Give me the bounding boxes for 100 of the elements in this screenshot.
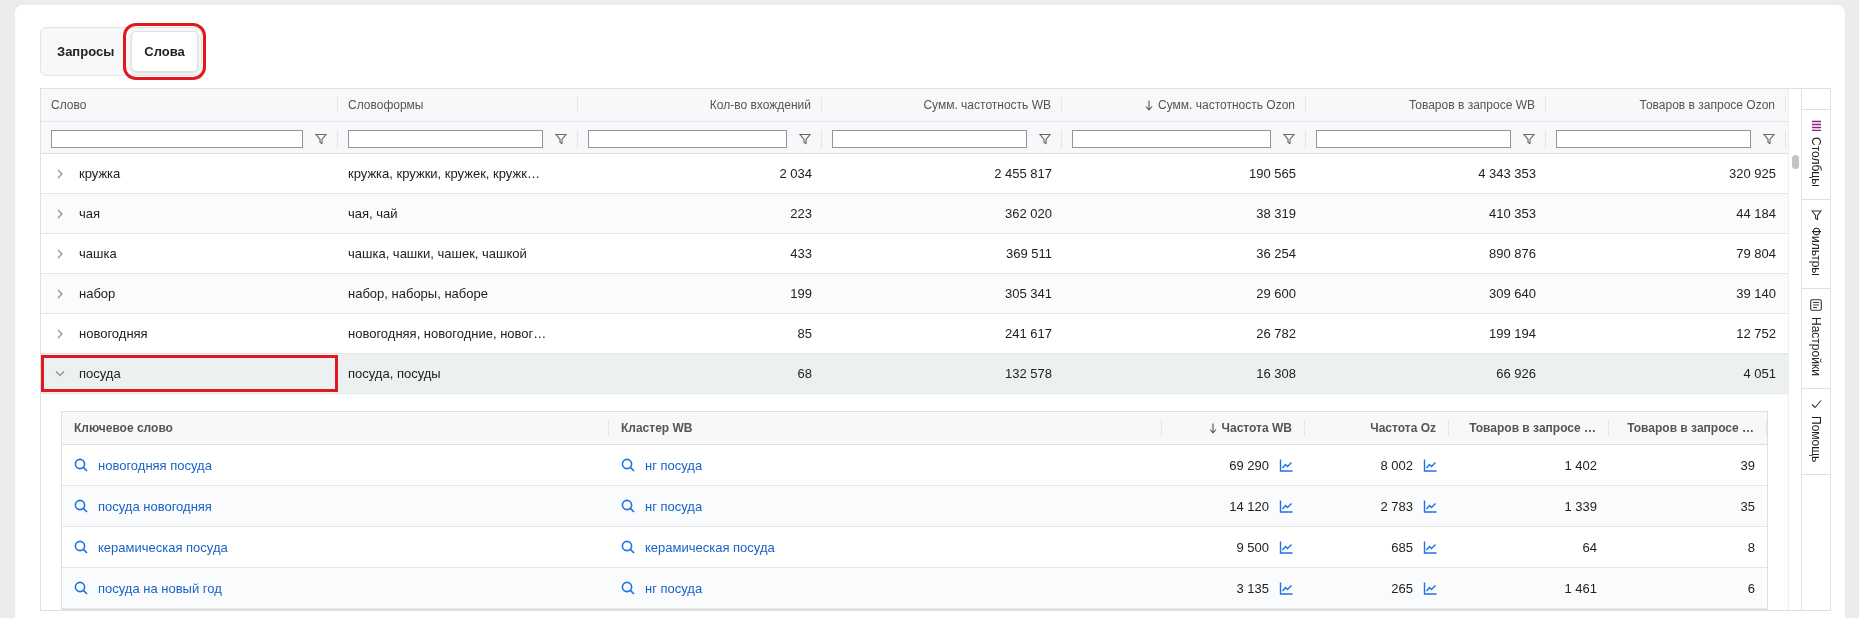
line-chart-icon[interactable]	[1279, 540, 1293, 554]
word-text: чашка	[79, 246, 117, 261]
search-icon[interactable]	[74, 540, 88, 554]
chevron-right-icon[interactable]	[55, 168, 65, 179]
filter-icon[interactable]	[1283, 133, 1295, 145]
table-cell: 8	[1747, 539, 1755, 555]
table-cell: 265	[1391, 580, 1413, 596]
table-cell: кружка, кружки, кружек, кружк…	[348, 166, 540, 181]
keyword-link[interactable]: посуда новогодняя	[98, 498, 212, 514]
column-header[interactable]: Частота WB	[1162, 420, 1305, 436]
table-cell: 410 353	[1489, 206, 1536, 221]
filter-field[interactable]	[1316, 130, 1511, 148]
search-icon[interactable]	[74, 458, 88, 472]
search-icon[interactable]	[74, 499, 88, 513]
chevron-right-icon[interactable]	[55, 328, 65, 339]
line-chart-icon[interactable]	[1423, 581, 1437, 595]
table-cell: 241 617	[1005, 326, 1052, 341]
column-header[interactable]: Товаров в запросе WB	[1306, 97, 1546, 113]
column-header[interactable]: Товаров в запросе …	[1609, 420, 1767, 436]
filter-field[interactable]	[588, 130, 787, 148]
chevron-right-icon[interactable]	[55, 208, 65, 219]
table-cell: 890 876	[1489, 246, 1536, 261]
table-cell: 79 804	[1736, 246, 1776, 261]
table-cell: чая, чай	[348, 206, 398, 221]
chevron-right-icon[interactable]	[55, 248, 65, 259]
filter-icon[interactable]	[1763, 133, 1775, 145]
table-cell: набор, наборы, наборе	[348, 286, 488, 301]
tab[interactable]: Запросы	[44, 31, 128, 72]
column-header[interactable]: Сумм. частотность WB	[822, 97, 1062, 113]
filter-field[interactable]	[348, 130, 543, 148]
column-header[interactable]: Товаров в запросе …	[1449, 420, 1609, 436]
keyword-link[interactable]: нг посуда	[645, 580, 703, 596]
table-cell: 369 511	[1005, 246, 1052, 261]
table-cell: 2 455 817	[994, 166, 1052, 181]
search-icon[interactable]	[621, 458, 635, 472]
word-text: набор	[79, 286, 116, 301]
column-header[interactable]: Кол-во вхождений	[578, 97, 822, 113]
filter-icon[interactable]	[799, 133, 811, 145]
settings-panel-icon	[1810, 298, 1822, 311]
filter-icon[interactable]	[1039, 133, 1051, 145]
filter-icon[interactable]	[1523, 133, 1535, 145]
keyword-link[interactable]: посуда на новый год	[98, 580, 222, 596]
column-header[interactable]: Кластер WB	[609, 420, 1162, 436]
line-chart-icon[interactable]	[1279, 458, 1293, 472]
filter-field[interactable]	[51, 130, 303, 148]
word-text: посуда	[79, 366, 121, 381]
table-cell: 362 020	[1005, 206, 1052, 221]
table-cell: 2 034	[779, 166, 812, 181]
table-cell: 44 184	[1736, 206, 1776, 221]
line-chart-icon[interactable]	[1279, 499, 1293, 513]
table-cell: 1 461	[1564, 580, 1597, 596]
table-cell: 66 926	[1496, 366, 1536, 381]
table-cell: 26 782	[1256, 326, 1296, 341]
columns-icon	[1810, 120, 1822, 131]
table-cell: новогодняя, новогодние, новог…	[348, 326, 547, 341]
keyword-link[interactable]: керамическая посуда	[645, 539, 775, 555]
keyword-link[interactable]: новогодняя посуда	[98, 457, 212, 473]
table-cell: 35	[1740, 498, 1755, 514]
table-cell: 64	[1582, 539, 1597, 555]
table-cell: 433	[790, 246, 812, 261]
column-header[interactable]: Товаров в запросе Ozon	[1546, 97, 1786, 113]
table-cell: 8 002	[1380, 457, 1413, 473]
column-header[interactable]: Сумм. частотность Ozon	[1062, 97, 1306, 113]
table-cell: 199	[790, 286, 812, 301]
table-cell: 190 565	[1249, 166, 1296, 181]
table-cell: 4 343 353	[1478, 166, 1536, 181]
line-chart-icon[interactable]	[1279, 581, 1293, 595]
word-text: кружка	[79, 166, 121, 181]
line-chart-icon[interactable]	[1423, 499, 1437, 513]
line-chart-icon[interactable]	[1423, 540, 1437, 554]
search-icon[interactable]	[621, 540, 635, 554]
search-icon[interactable]	[621, 499, 635, 513]
filter-icon[interactable]	[555, 133, 567, 145]
filter-field[interactable]	[832, 130, 1027, 148]
table-cell: 320 925	[1729, 166, 1776, 181]
column-header[interactable]: Словоформы	[338, 97, 578, 113]
chevron-down-icon[interactable]	[55, 370, 65, 377]
column-header[interactable]: Ключевое слово	[62, 420, 609, 436]
word-text: чая	[79, 206, 101, 221]
table-cell: 38 319	[1256, 206, 1296, 221]
table-cell: 305 341	[1005, 286, 1052, 301]
filter-field[interactable]	[1556, 130, 1751, 148]
line-chart-icon[interactable]	[1423, 458, 1437, 472]
filter-field[interactable]	[1072, 130, 1271, 148]
table-cell: 36 254	[1256, 246, 1296, 261]
table-cell: 1 339	[1564, 498, 1597, 514]
table-cell: 2 783	[1380, 498, 1413, 514]
table-cell: 199 194	[1489, 326, 1536, 341]
chevron-right-icon[interactable]	[55, 288, 65, 299]
search-icon[interactable]	[621, 581, 635, 595]
table-cell: 9 500	[1236, 539, 1269, 555]
filter-icon[interactable]	[315, 133, 327, 145]
search-icon[interactable]	[74, 581, 88, 595]
table-cell: 39	[1740, 457, 1755, 473]
keyword-link[interactable]: нг посуда	[645, 457, 703, 473]
column-header[interactable]: Слово	[41, 97, 338, 113]
keyword-link[interactable]: нг посуда	[645, 498, 703, 514]
table-cell: посуда, посуды	[348, 366, 441, 381]
keyword-link[interactable]: керамическая посуда	[98, 539, 228, 555]
column-header[interactable]: Частота Oz	[1305, 420, 1449, 436]
